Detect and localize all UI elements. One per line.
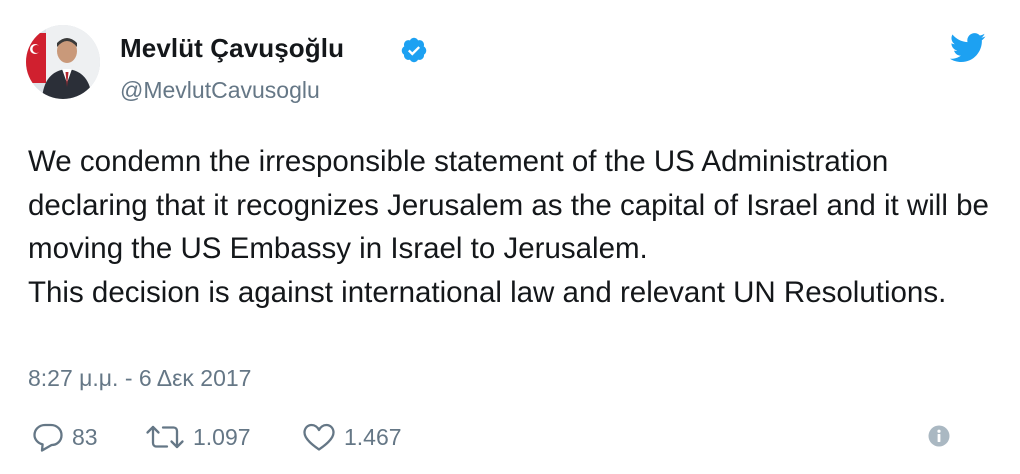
like-count: 1.467 — [344, 423, 402, 450]
reply-count: 83 — [72, 423, 98, 450]
like-button[interactable]: 1.467 — [302, 420, 402, 454]
tweet-paragraph: This decision is against international l… — [28, 275, 947, 309]
action-bar: 83 1.097 1.467 — [30, 420, 990, 454]
tweet-timestamp[interactable]: 8:27 μ.μ. - 6 Δεκ 2017 — [28, 365, 251, 392]
avatar-image — [26, 25, 100, 99]
retweet-icon — [146, 425, 184, 449]
avatar[interactable] — [26, 25, 100, 99]
heart-icon — [303, 423, 335, 451]
retweet-count: 1.097 — [193, 423, 251, 450]
tweet-card: Mevlüt Çavuşoğlu @MevlutCavusoglu We con… — [0, 0, 1020, 474]
info-icon[interactable] — [928, 425, 950, 447]
verified-badge-icon — [401, 37, 427, 63]
user-handle[interactable]: @MevlutCavusoglu — [120, 77, 320, 104]
reply-icon — [33, 423, 63, 452]
twitter-bird-icon[interactable] — [950, 33, 986, 63]
reply-button[interactable]: 83 — [32, 420, 98, 454]
retweet-button[interactable]: 1.097 — [145, 420, 251, 454]
display-name[interactable]: Mevlüt Çavuşoğlu — [120, 33, 344, 64]
tweet-paragraph: We condemn the irresponsible statement o… — [28, 145, 989, 265]
tweet-text: We condemn the irresponsible statement o… — [28, 140, 998, 314]
